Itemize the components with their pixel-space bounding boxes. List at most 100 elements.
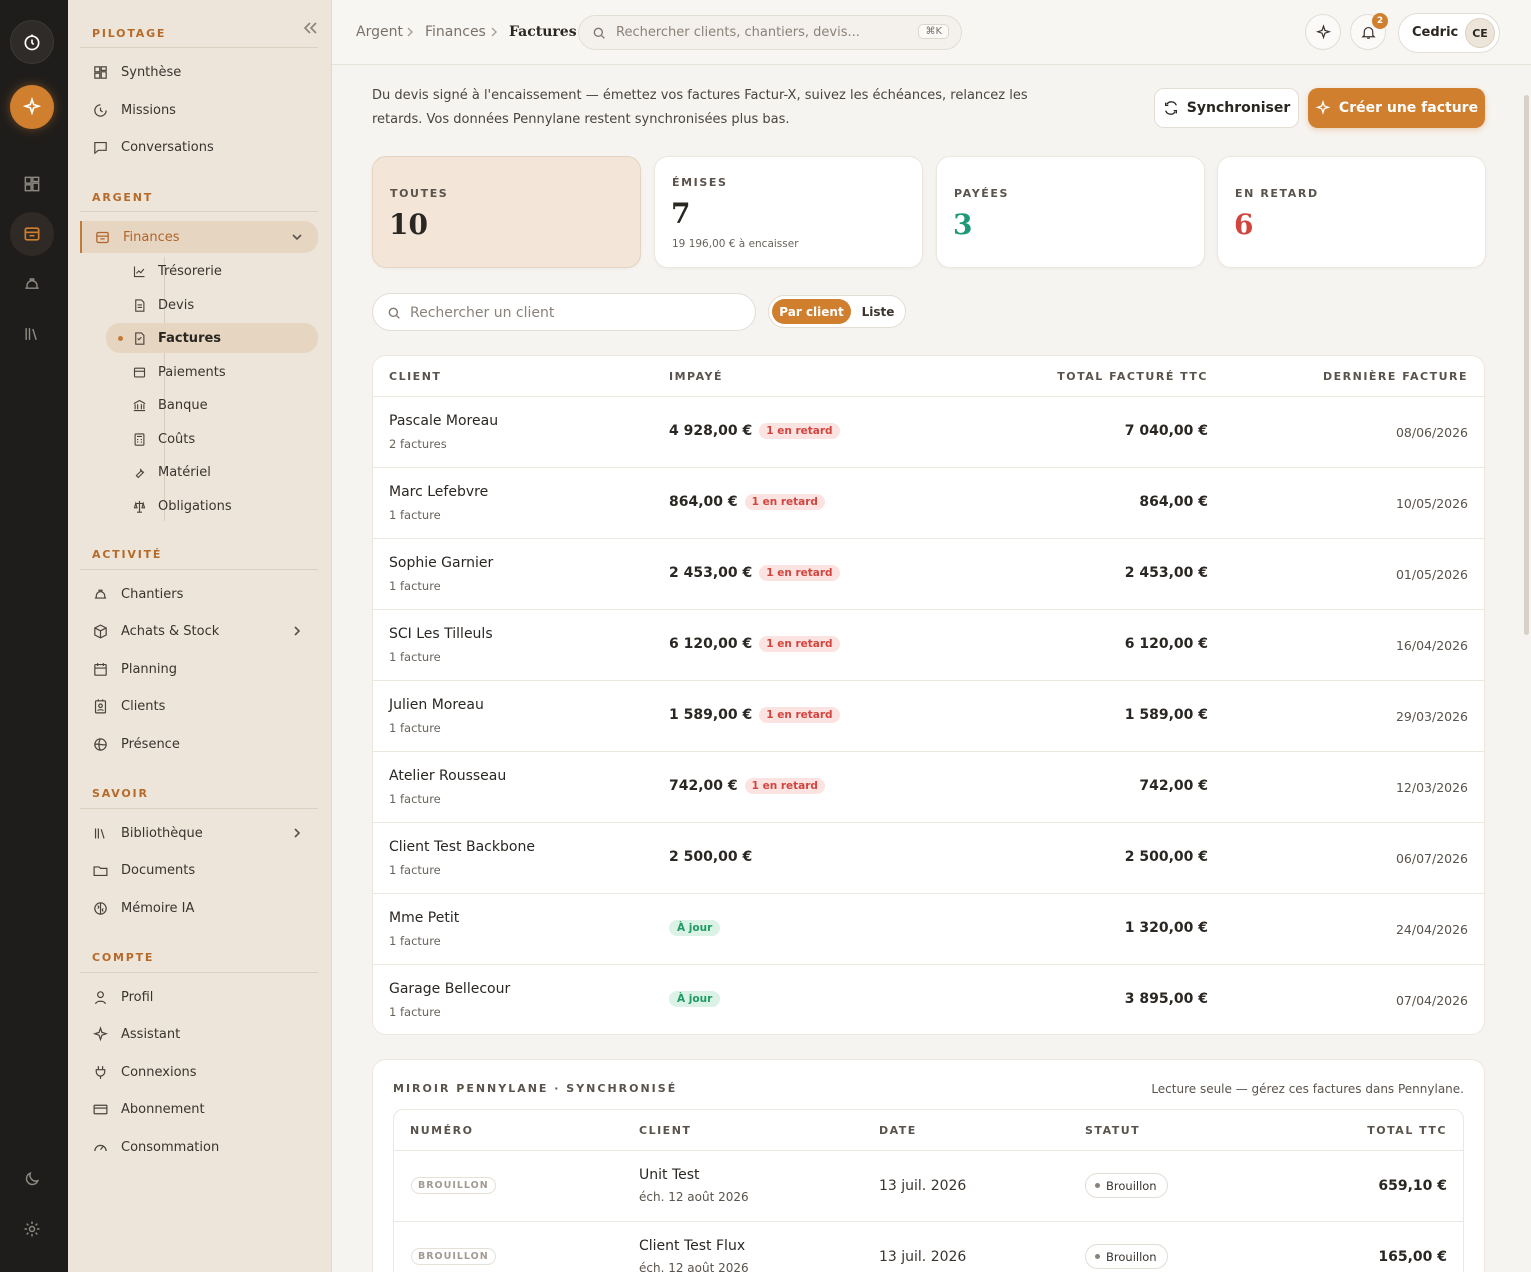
up-to-date-badge: À jour	[669, 920, 721, 936]
stat-label: PAYÉES	[954, 187, 1010, 200]
sidebar-item-planning[interactable]: Planning	[80, 653, 318, 685]
sidebar-item-assistant[interactable]: Assistant	[80, 1018, 318, 1050]
breadcrumb-finances[interactable]: Finances	[425, 24, 486, 40]
sidebar-item-banque[interactable]: Banque	[106, 390, 318, 420]
sidebar-item-materiel[interactable]: Matériel	[106, 457, 318, 487]
moon-icon[interactable]	[10, 1157, 54, 1201]
stat-card-issued[interactable]: ÉMISES 7 19 196,00 € à encaisser	[654, 156, 923, 268]
sidebar-item-bibliotheque[interactable]: Bibliothèque	[80, 817, 318, 849]
sidebar-item-devis[interactable]: Devis	[106, 290, 318, 320]
stat-value: 6	[1234, 208, 1254, 241]
user-menu-button[interactable]: Cedric CE	[1398, 13, 1500, 53]
sidebar-item-profil[interactable]: Profil	[80, 981, 318, 1013]
invoice-count: 1 facture	[389, 721, 441, 735]
client-name: Julien Moreau	[389, 697, 484, 713]
section-title-savoir: SAVOIR	[92, 787, 149, 800]
sidebar-item-conversations[interactable]: Conversations	[80, 131, 318, 163]
sidebar-item-label: Finances	[123, 229, 180, 245]
sidebar-item-clients[interactable]: Clients	[80, 690, 318, 722]
table-row[interactable]: Julien Moreau 1 facture 1 589,00 € 1 en ret…	[373, 680, 1484, 751]
table-row[interactable]: SCI Les Tilleuls 1 facture 6 120,00 € 1 en …	[373, 609, 1484, 680]
last-invoice-date: 24/04/2026	[1395, 922, 1468, 937]
sync-button[interactable]: Synchroniser	[1154, 88, 1299, 128]
user-name: Cedric	[1412, 25, 1459, 40]
view-by-client-button[interactable]: Par client	[772, 299, 851, 324]
table-row[interactable]: Client Test Backbone 1 facture 2 500,00 € 2…	[373, 822, 1484, 893]
sidebar-item-chantiers[interactable]: Chantiers	[80, 578, 318, 610]
chevron-right-icon[interactable]	[290, 624, 304, 638]
stat-label: ÉMISES	[672, 176, 728, 189]
sidebar-item-achats[interactable]: Achats & Stock	[80, 615, 318, 647]
sidebar-item-finances[interactable]: Finances	[80, 221, 318, 253]
status-dot	[1095, 1254, 1100, 1259]
assistant-button[interactable]	[1305, 14, 1341, 50]
stat-card-all[interactable]: TOUTES 10	[372, 156, 641, 268]
sidebar-item-documents[interactable]: Documents	[80, 854, 318, 886]
table-row[interactable]: Garage Bellecour 1 facture À jour 3 895,00 …	[373, 964, 1484, 1034]
library-icon[interactable]	[10, 312, 54, 356]
globe-icon	[94, 737, 107, 751]
stat-card-late[interactable]: EN RETARD 6	[1217, 156, 1486, 268]
table-row[interactable]: Sophie Garnier 1 facture 2 453,00 € 1 en re…	[373, 538, 1484, 609]
create-invoice-button[interactable]: Créer une facture	[1308, 88, 1485, 128]
ai-sparkle-icon[interactable]	[10, 85, 54, 129]
dashboard-grid-icon[interactable]	[10, 162, 54, 206]
credit-card-icon	[93, 1104, 108, 1114]
stat-card-paid[interactable]: PAYÉES 3	[936, 156, 1205, 268]
sidebar-item-abonnement[interactable]: Abonnement	[80, 1093, 318, 1125]
sidebar-item-missions[interactable]: Missions	[80, 94, 318, 126]
page-scrollbar[interactable]	[1524, 95, 1529, 635]
last-invoice-date: 07/04/2026	[1395, 993, 1468, 1008]
sidebar-item-memoire[interactable]: Mémoire IA	[80, 892, 318, 924]
invoice-number-tag: BROUILLON	[411, 1248, 496, 1265]
table-row[interactable]: BROUILLON Client Test Flux éch. 12 août 20…	[394, 1221, 1463, 1272]
finance-wallet-icon[interactable]	[10, 212, 54, 256]
sidebar-item-factures[interactable]: Factures	[106, 323, 318, 353]
late-badge: 1 en retard	[759, 636, 840, 652]
collapse-sidebar-icon[interactable]	[300, 19, 320, 37]
sidebar-item-synthese[interactable]: Synthèse	[80, 56, 318, 88]
avatar: CE	[1465, 18, 1495, 48]
sidebar-item-couts[interactable]: Coûts	[106, 424, 318, 454]
hard-hat-icon[interactable]	[10, 262, 54, 306]
client-name: Atelier Rousseau	[389, 768, 507, 784]
client-name: Mme Petit	[389, 910, 460, 926]
table-row[interactable]: Marc Lefebvre 1 facture 864,00 € 1 en retar…	[373, 467, 1484, 538]
client-name: Sophie Garnier	[389, 555, 494, 571]
stat-value: 3	[953, 208, 973, 241]
sidebar-item-paiements[interactable]: Paiements	[106, 357, 318, 387]
sidebar-item-label: Mémoire IA	[121, 900, 195, 916]
sidebar-item-tresorerie[interactable]: Trésorerie	[106, 256, 318, 286]
folder-icon	[93, 865, 108, 876]
sidebar-item-label: Missions	[121, 102, 176, 118]
global-search-input[interactable]: Rechercher clients, chantiers, devis... …	[578, 15, 962, 50]
active-dot	[118, 336, 123, 341]
section-title-argent: ARGENT	[92, 191, 154, 204]
search-icon	[593, 27, 605, 39]
table-row[interactable]: Atelier Rousseau 1 facture 742,00 € 1 en re…	[373, 751, 1484, 822]
client-name: Marc Lefebvre	[389, 484, 489, 500]
settings-gear-icon[interactable]	[10, 1207, 54, 1251]
status-dot	[1095, 1183, 1100, 1188]
line-chart-icon	[133, 266, 145, 277]
sidebar-item-connexions[interactable]: Connexions	[80, 1056, 318, 1088]
column-header-status: STATUT	[1085, 1124, 1141, 1137]
chevron-right-icon[interactable]	[290, 826, 304, 840]
breadcrumb-argent[interactable]: Argent	[356, 24, 403, 40]
section-divider	[80, 808, 318, 809]
sidebar-item-presence[interactable]: Présence	[80, 728, 318, 760]
client-search-input[interactable]: Rechercher un client	[372, 293, 756, 331]
table-row[interactable]: Mme Petit 1 facture À jour 1 320,00 € 24/04/…	[373, 893, 1484, 964]
page-intro: Du devis signé à l'encaissement — émette…	[372, 88, 1028, 127]
invoice-count: 1 facture	[389, 650, 441, 664]
table-row[interactable]: BROUILLON Unit Test éch. 12 août 2026 13 ju…	[394, 1150, 1463, 1221]
sidebar-item-obligations[interactable]: Obligations	[106, 491, 318, 521]
section-title-compte: COMPTE	[92, 951, 155, 964]
view-list-button[interactable]: Liste	[853, 299, 903, 324]
chevron-down-icon[interactable]	[290, 230, 304, 244]
bank-icon	[133, 399, 146, 411]
table-row[interactable]: Pascale Moreau 2 factures 4 928,00 € 1 en r…	[373, 396, 1484, 467]
sidebar-item-consommation[interactable]: Consommation	[80, 1131, 318, 1163]
notification-count-badge: 2	[1372, 13, 1388, 29]
app-logo-icon[interactable]	[10, 20, 54, 64]
